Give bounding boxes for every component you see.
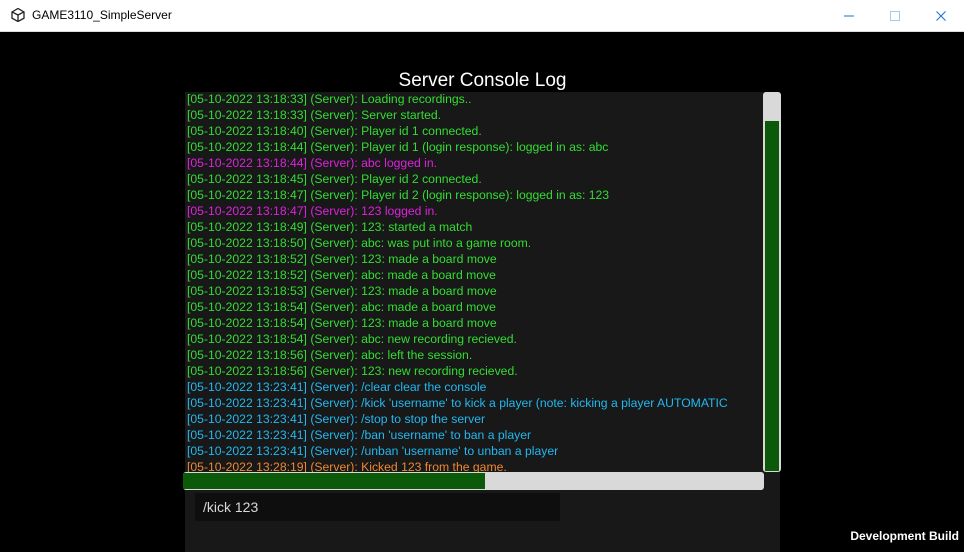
log-line: [05-10-2022 13:18:52] (Server): 123: mad…	[187, 252, 497, 266]
close-button[interactable]	[918, 0, 964, 31]
log-line: [05-10-2022 13:18:53] (Server): 123: mad…	[187, 284, 497, 298]
title-bar[interactable]: GAME3110_SimpleServer	[0, 0, 964, 32]
log-line: [05-10-2022 13:18:52] (Server): abc: mad…	[187, 268, 496, 282]
log-line: [05-10-2022 13:23:41] (Server): /unban '…	[187, 444, 559, 458]
maximize-button[interactable]	[872, 0, 918, 31]
minimize-icon	[844, 15, 854, 17]
log-line: [05-10-2022 13:18:40] (Server): Player i…	[187, 124, 482, 138]
console-title: Server Console Log	[398, 70, 567, 91]
horizontal-scrollbar-thumb[interactable]	[183, 473, 485, 489]
maximize-icon	[890, 11, 900, 21]
vertical-scrollbar[interactable]	[763, 92, 781, 472]
log-line: [05-10-2022 13:18:54] (Server): abc: mad…	[187, 300, 496, 314]
log-line: [05-10-2022 13:18:33] (Server): Loading …	[187, 92, 472, 106]
window-title: GAME3110_SimpleServer	[32, 8, 172, 22]
log-line: [05-10-2022 13:18:44] (Server): Player i…	[187, 140, 609, 154]
log-line: [05-10-2022 13:23:41] (Server): /stop to…	[187, 412, 486, 426]
close-icon	[936, 11, 946, 21]
log-line: [05-10-2022 13:18:44] (Server): abc logg…	[187, 156, 438, 170]
log-line: [05-10-2022 13:18:56] (Server): abc: lef…	[187, 348, 473, 362]
vertical-scrollbar-thumb[interactable]	[765, 121, 779, 471]
log-line: [05-10-2022 13:18:33] (Server): Server s…	[187, 108, 442, 122]
log-line: [05-10-2022 13:28:19] (Server): Kicked 1…	[187, 460, 507, 472]
command-input[interactable]	[195, 493, 560, 521]
development-build-label: Development Build	[850, 529, 959, 543]
unity-logo-icon	[11, 7, 25, 23]
log-line: [05-10-2022 13:23:41] (Server): /kick 'u…	[187, 396, 728, 410]
horizontal-scrollbar[interactable]	[183, 472, 764, 490]
log-line: [05-10-2022 13:18:54] (Server): 123: mad…	[187, 316, 497, 330]
log-line: [05-10-2022 13:23:41] (Server): /clear c…	[187, 380, 487, 394]
log-line: [05-10-2022 13:23:41] (Server): /ban 'us…	[187, 428, 532, 442]
minimize-button[interactable]	[826, 0, 872, 31]
log-line: [05-10-2022 13:18:50] (Server): abc: was…	[187, 236, 532, 250]
game-viewport: Server Console Log [05-10-2022 13:18:33]…	[0, 32, 964, 552]
log-line: [05-10-2022 13:18:45] (Server): Player i…	[187, 172, 482, 186]
console-log[interactable]: [05-10-2022 13:18:33] (Server): Loading …	[185, 92, 763, 472]
log-line: [05-10-2022 13:18:47] (Server): 123 logg…	[187, 204, 438, 218]
log-line: [05-10-2022 13:18:47] (Server): Player i…	[187, 188, 610, 202]
log-line: [05-10-2022 13:18:56] (Server): 123: new…	[187, 364, 518, 378]
app-window: GAME3110_SimpleServer Server Console Log…	[0, 0, 964, 552]
log-line: [05-10-2022 13:18:49] (Server): 123: sta…	[187, 220, 473, 234]
log-line: [05-10-2022 13:18:54] (Server): abc: new…	[187, 332, 517, 346]
